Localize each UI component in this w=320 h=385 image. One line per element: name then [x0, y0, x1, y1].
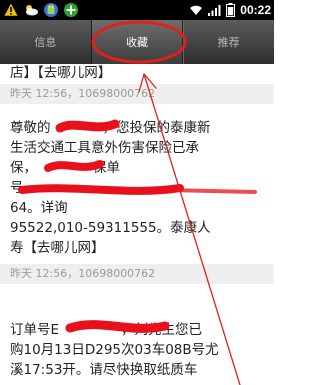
message-text: 号 [10, 180, 24, 196]
message-text: 保， [10, 160, 37, 176]
battery-icon [226, 3, 236, 17]
message-meta: 昨天 12:56，10698000762 [0, 84, 274, 104]
tab-favorites-label: 收藏 [126, 36, 148, 49]
android-app-icon [44, 3, 58, 17]
message-text: ，您投保的泰康新 [102, 120, 211, 136]
status-bar: 00:22 [0, 0, 274, 20]
list-item[interactable]: 订单号E ，刘先生您已 购10月13日D295次03车08B号尤 溪17:53开。… [0, 316, 274, 380]
weather-cloud-icon [26, 5, 38, 16]
list-item[interactable]: 尊敬的 ，您投保的泰康新 生活交通工具意外伤害保险已承 保， 保单 号 64。详询 … [0, 112, 274, 284]
tab-favorites[interactable]: 收藏 [91, 20, 183, 64]
message-meta: 昨天 12:56，10698000762 [0, 264, 274, 284]
message-body: 尊敬的 ，您投保的泰康新 生活交通工具意外伤害保险已承 保， 保单 号 64。详询 … [0, 112, 274, 258]
message-body: 店】【去哪儿网】 [10, 65, 112, 81]
tab-recommended[interactable]: 推荐 [183, 20, 274, 64]
tab-recommended-label: 推荐 [217, 36, 240, 49]
message-text: 95522,010-59311555。泰康人 [10, 220, 211, 236]
message-body: 订单号E ，刘先生您已 购10月13日D295次03车08B号尤 溪17:53开。… [0, 316, 274, 380]
list-item[interactable]: 店】【去哪儿网】 昨天 12:56，10698000762 [0, 64, 274, 104]
system-icons: 00:22 [189, 0, 271, 20]
message-text: 溪17:53开。请尽快换取纸质车 [10, 362, 198, 378]
message-text: 尊敬的 [10, 120, 51, 136]
message-text: ，刘先生您已 [121, 322, 203, 338]
message-text: 寿【去哪儿网】 [10, 240, 105, 256]
signal-icon [208, 5, 221, 16]
tab-bar: 信息 收藏 推荐 [0, 20, 274, 64]
favorites-list[interactable]: 店】【去哪儿网】 昨天 12:56，10698000762 尊敬的 ，您投保的泰康… [0, 64, 274, 385]
green-plus-icon [64, 3, 78, 17]
tab-messages[interactable]: 信息 [0, 20, 91, 64]
alert-triangle-icon [3, 2, 19, 17]
message-text: 订单号E [10, 322, 60, 338]
tab-messages-label: 信息 [34, 36, 57, 49]
wifi-icon [190, 5, 203, 15]
notification-icons [3, 1, 79, 19]
message-text: 购10月13日D295次03车08B号尤 [10, 342, 219, 358]
message-text: 生活交通工具意外伤害保险已承 [10, 140, 199, 156]
clock: 00:22 [240, 3, 271, 17]
message-text: 64。详询 [10, 200, 68, 216]
message-text: 保单 [93, 160, 120, 176]
